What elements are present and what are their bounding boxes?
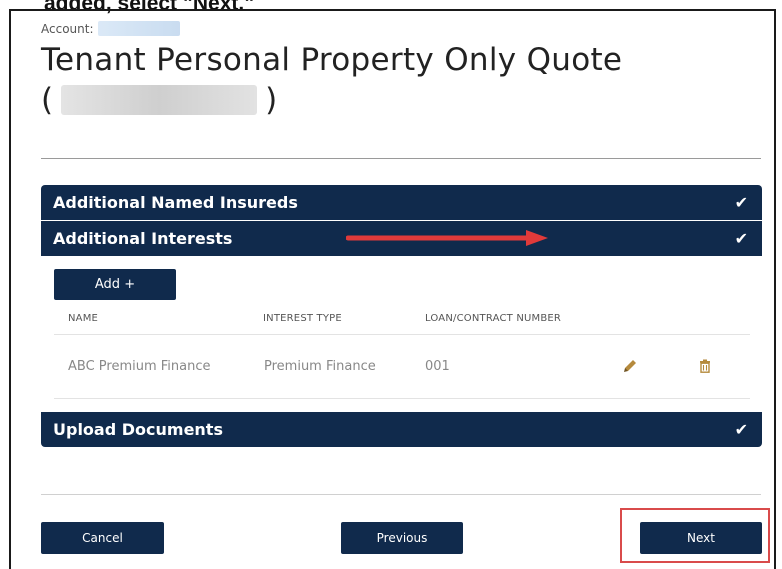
red-arrow-annotation: [346, 230, 548, 246]
add-interest-button[interactable]: Add +: [54, 269, 176, 300]
pencil-icon[interactable]: [620, 356, 640, 376]
check-icon: ✔: [734, 420, 748, 439]
title-divider: [41, 158, 761, 159]
section-upload-documents[interactable]: Upload Documents ✔: [41, 412, 762, 447]
section-label: Additional Interests: [53, 229, 233, 248]
quote-id-redacted: [61, 85, 258, 115]
footer-divider: [41, 494, 761, 495]
section-label: Upload Documents: [53, 420, 223, 439]
page-title-quote-id: ( ): [41, 82, 277, 118]
account-row: Account:: [41, 21, 180, 36]
table-header-rule: [54, 334, 750, 335]
previous-button[interactable]: Previous: [341, 522, 463, 554]
check-icon: ✔: [734, 193, 748, 212]
cell-interest-type: Premium Finance: [264, 359, 376, 374]
account-label: Account:: [41, 21, 94, 36]
account-redacted: [97, 21, 180, 36]
section-label: Additional Named Insureds: [53, 193, 298, 212]
column-header-interest-type: INTEREST TYPE: [263, 313, 342, 324]
next-highlight-annotation: [620, 508, 770, 563]
title-open-paren: (: [41, 82, 54, 118]
column-header-loan-number: LOAN/CONTRACT NUMBER: [425, 313, 562, 324]
table-row-rule: [54, 398, 750, 399]
trash-icon[interactable]: [695, 356, 715, 376]
title-close-paren: ): [265, 82, 278, 118]
check-icon: ✔: [734, 229, 748, 248]
cell-name: ABC Premium Finance: [68, 359, 211, 374]
cell-loan-number: 001: [425, 359, 450, 374]
page-title: Tenant Personal Property Only Quote: [41, 42, 623, 78]
section-additional-named-insureds[interactable]: Additional Named Insureds ✔: [41, 185, 762, 220]
column-header-name: NAME: [68, 313, 99, 324]
cancel-button[interactable]: Cancel: [41, 522, 164, 554]
